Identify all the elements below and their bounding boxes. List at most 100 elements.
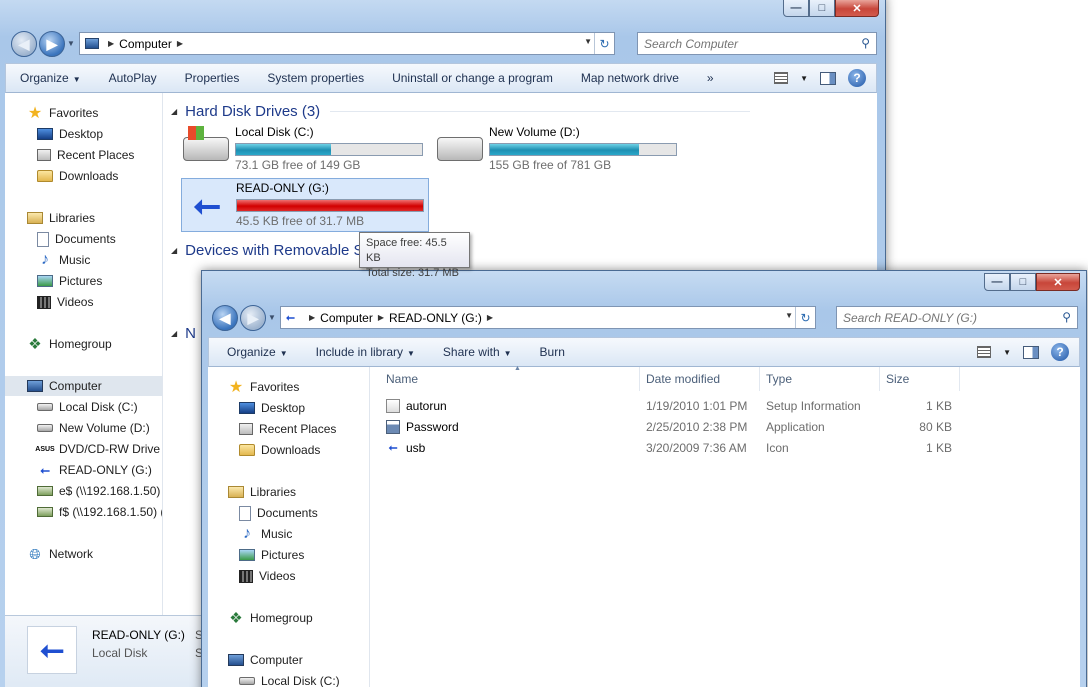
nav-read-only-g[interactable]: ⭠ READ-ONLY (G:) [37,460,152,480]
breadcrumb-separator[interactable]: ▶ [378,313,384,322]
nav-desktop[interactable]: Desktop [37,124,103,144]
maximize-button[interactable]: □ [1010,273,1036,291]
file-row-password[interactable]: Password 2/25/2010 2:38 PM Application 8… [380,417,980,438]
preview-pane-icon[interactable] [1023,345,1039,359]
map-network-drive-button[interactable]: Map network drive [567,71,693,85]
group-removable-storage[interactable]: ◢ Devices with Removable S [171,242,364,259]
nav-music[interactable]: ♪ Music [239,524,292,544]
help-icon[interactable]: ? [1051,343,1069,361]
title-bar[interactable]: — □ ✕ [202,271,1086,299]
collapse-arrow-icon[interactable]: ◢ [171,107,177,116]
recent-pages-dropdown[interactable]: ▼ [268,313,276,322]
breadcrumb-separator[interactable]: ▶ [487,313,493,322]
collapse-arrow-icon[interactable]: ◢ [171,329,177,338]
column-header-type[interactable]: Type [760,367,880,391]
search-input[interactable] [644,36,844,51]
minimize-button[interactable]: — [984,273,1010,291]
nav-share-e[interactable]: e$ (\\192.168.1.50) (\ [37,481,162,501]
chevron-down-icon[interactable]: ▼ [800,74,808,83]
drive-tile-c[interactable]: Local Disk (C:) 73.1 GB free of 149 GB [181,123,431,177]
nav-music[interactable]: ♪ Music [37,250,90,270]
nav-new-volume-d[interactable]: New Volume (D:) [37,418,150,438]
breadcrumb-separator[interactable]: ▶ [309,313,315,322]
nav-videos[interactable]: Videos [37,292,93,312]
search-icon[interactable]: ⚲ [861,36,870,50]
group-network-location[interactable]: ◢ N [171,325,196,342]
title-bar[interactable]: — □ ✕ [0,0,885,25]
drive-free-space: 45.5 KB free of 31.7 MB [236,214,365,228]
nav-recent-places[interactable]: Recent Places [239,419,336,439]
breadcrumb-computer[interactable]: Computer [119,37,172,51]
search-input[interactable] [843,310,1043,325]
refresh-icon[interactable]: ↻ [795,307,815,328]
include-in-library-menu[interactable]: Include in library ▼ [302,345,429,359]
back-button[interactable]: ◀ [212,305,238,331]
nav-homegroup[interactable]: ❖ Homegroup [228,608,312,628]
address-bar[interactable]: ⭠ ▶ Computer ▶ READ-ONLY (G:) ▶ ▼ ↻ [280,306,816,329]
forward-button[interactable]: ▶ [240,305,266,331]
breadcrumb-computer[interactable]: Computer [320,311,373,325]
nav-share-f[interactable]: f$ (\\192.168.1.50) (Z [37,502,162,522]
minimize-button[interactable]: — [783,0,809,17]
back-button[interactable]: ◀ [11,31,37,57]
search-icon[interactable]: ⚲ [1062,310,1071,324]
share-with-menu[interactable]: Share with ▼ [429,345,526,359]
burn-button[interactable]: Burn [526,345,579,359]
nav-computer[interactable]: Computer [228,650,303,670]
more-commands-button[interactable]: » [693,71,728,85]
nav-computer[interactable]: Computer [5,376,162,396]
address-bar[interactable]: ▶ Computer ▶ ▼ ↻ [79,32,615,55]
nav-local-disk-c[interactable]: Local Disk (C:) [37,397,138,417]
close-button[interactable]: ✕ [835,0,879,17]
nav-downloads[interactable]: Downloads [239,440,320,460]
column-header-name[interactable]: Name [380,367,640,391]
properties-button[interactable]: Properties [171,71,254,85]
nav-pictures[interactable]: Pictures [239,545,304,565]
drive-tile-g[interactable]: ⭠ READ-ONLY (G:) 45.5 KB free of 31.7 MB [181,178,429,232]
organize-menu[interactable]: Organize ▼ [6,71,95,85]
nav-downloads[interactable]: Downloads [37,166,118,186]
address-dropdown[interactable]: ▼ [584,37,592,46]
nav-desktop[interactable]: Desktop [239,398,305,418]
nav-libraries[interactable]: Libraries [228,482,296,502]
recent-pages-dropdown[interactable]: ▼ [67,39,75,48]
nav-dvd-drive[interactable]: ASUS DVD/CD-RW Drive (I [35,439,162,459]
close-button[interactable]: ✕ [1036,273,1080,291]
nav-homegroup[interactable]: ❖ Homegroup [27,334,111,354]
nav-libraries[interactable]: Libraries [27,208,95,228]
uninstall-program-button[interactable]: Uninstall or change a program [378,71,567,85]
group-hard-disk-drives[interactable]: ◢ Hard Disk Drives (3) [171,103,751,120]
change-view-icon[interactable] [977,346,992,358]
breadcrumb-read-only-g[interactable]: READ-ONLY (G:) [389,311,482,325]
nav-favorites[interactable]: ★ Favorites [27,103,99,123]
column-header-size[interactable]: Size [880,367,960,391]
nav-network[interactable]: 🌐︎ Network [27,544,93,564]
file-row-autorun[interactable]: autorun 1/19/2010 1:01 PM Setup Informat… [380,396,980,417]
organize-menu[interactable]: Organize ▼ [209,345,302,359]
nav-recent-places[interactable]: Recent Places [37,145,134,165]
nav-favorites[interactable]: ★ Favorites [228,377,300,397]
nav-documents[interactable]: Documents [239,503,318,523]
forward-button[interactable]: ▶ [39,31,65,57]
nav-local-disk-c[interactable]: Local Disk (C:) [239,671,340,687]
preview-pane-icon[interactable] [820,71,836,85]
collapse-arrow-icon[interactable]: ◢ [171,246,177,255]
change-view-icon[interactable] [774,72,789,84]
refresh-icon[interactable]: ↻ [594,33,614,54]
nav-videos[interactable]: Videos [239,566,295,586]
autoplay-button[interactable]: AutoPlay [95,71,171,85]
file-row-usb[interactable]: ⭠ usb 3/20/2009 7:36 AM Icon 1 KB [380,438,980,459]
drive-tile-d[interactable]: New Volume (D:) 155 GB free of 781 GB [435,123,685,177]
system-properties-button[interactable]: System properties [253,71,378,85]
search-box[interactable]: ⚲ [836,306,1078,329]
column-header-date[interactable]: Date modified [640,367,760,391]
breadcrumb-separator[interactable]: ▶ [108,39,114,48]
chevron-down-icon[interactable]: ▼ [1003,348,1011,357]
maximize-button[interactable]: □ [809,0,835,17]
address-dropdown[interactable]: ▼ [785,311,793,320]
breadcrumb-separator[interactable]: ▶ [177,39,183,48]
nav-pictures[interactable]: Pictures [37,271,102,291]
search-box[interactable]: ⚲ [637,32,877,55]
help-icon[interactable]: ? [848,69,866,87]
nav-documents[interactable]: Documents [37,229,116,249]
